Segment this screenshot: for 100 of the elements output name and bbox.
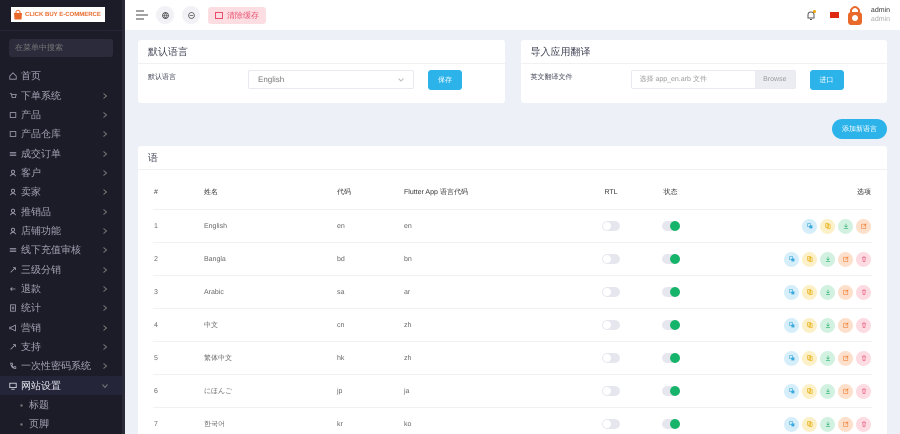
toggle-switch[interactable] — [602, 254, 620, 264]
download-button[interactable] — [820, 318, 835, 332]
translate-button[interactable] — [784, 384, 799, 398]
sidebar-item[interactable]: 三级分销 — [0, 260, 122, 280]
download-icon — [824, 289, 830, 295]
sidebar-item[interactable]: 一次性密码系统 — [0, 356, 122, 376]
copy-icon — [806, 388, 812, 394]
copy-icon — [806, 421, 812, 427]
arrow-icon — [9, 343, 17, 352]
home-icon — [9, 72, 17, 80]
translate-icon — [806, 223, 812, 229]
sidebar-item[interactable]: 线下充值审核 — [0, 240, 122, 260]
toggle-switch[interactable] — [602, 320, 620, 330]
edit-button[interactable] — [838, 318, 853, 332]
translate-button[interactable] — [784, 318, 799, 332]
download-button[interactable] — [820, 252, 835, 266]
sidebar-item[interactable]: 成交订单 — [0, 144, 122, 164]
toggle-switch[interactable] — [602, 386, 620, 396]
delete-button[interactable] — [856, 318, 871, 332]
globe-button[interactable] — [156, 6, 174, 24]
user-icon — [9, 208, 17, 216]
translate-button[interactable] — [784, 350, 799, 366]
sidebar-item[interactable]: 退款 — [0, 279, 122, 299]
toggle-switch[interactable] — [602, 419, 620, 429]
toggle-switch[interactable] — [662, 221, 680, 231]
flag-icon[interactable] — [830, 12, 839, 18]
sidebar-item[interactable]: 产品仓库 — [0, 124, 122, 144]
copy-icon — [824, 223, 830, 229]
bell-icon[interactable] — [806, 10, 816, 20]
sidebar-item[interactable]: 卖家 — [0, 182, 122, 202]
sidebar-item[interactable]: 网站设置 — [0, 376, 122, 396]
copy-button[interactable] — [802, 416, 817, 432]
copy-button[interactable] — [820, 218, 835, 234]
toggle-switch[interactable] — [662, 320, 680, 330]
edit-button[interactable] — [838, 416, 853, 432]
toggle-switch[interactable] — [602, 287, 620, 297]
menu-icon[interactable] — [136, 10, 148, 20]
copy-button[interactable] — [802, 284, 817, 300]
minus-circle-button[interactable] — [182, 6, 200, 24]
sidebar-subitem[interactable]: 标题 — [0, 395, 49, 415]
phone-icon — [9, 362, 17, 370]
copy-icon — [806, 289, 812, 295]
copy-button[interactable] — [802, 384, 817, 398]
sidebar-item[interactable]: 营销 — [0, 318, 122, 338]
sidebar-item[interactable]: 下单系统 — [0, 86, 122, 106]
user-avatar-icon[interactable] — [846, 5, 863, 25]
copy-button[interactable] — [802, 350, 817, 366]
trash-icon — [860, 289, 866, 295]
delete-button[interactable] — [856, 284, 871, 300]
toggle-switch[interactable] — [662, 254, 680, 264]
toggle-switch[interactable] — [662, 419, 680, 429]
sidebar-item[interactable]: 推销品 — [0, 202, 122, 222]
delete-button[interactable] — [856, 252, 871, 266]
sidebar-item[interactable]: 店铺功能 — [0, 221, 122, 241]
sidebar-item[interactable]: 产品 — [0, 105, 122, 125]
delete-button[interactable] — [856, 350, 871, 366]
sidebar-subitem[interactable]: 页脚 — [0, 414, 49, 434]
translate-icon — [788, 355, 794, 361]
toggle-switch[interactable] — [662, 386, 680, 396]
toggle-switch[interactable] — [602, 353, 620, 363]
edit-button[interactable] — [838, 252, 853, 266]
sidebar-item[interactable]: 支持 — [0, 337, 122, 357]
download-button[interactable] — [838, 218, 853, 234]
download-button[interactable] — [820, 384, 835, 398]
copy-icon — [806, 322, 812, 328]
toggle-switch[interactable] — [662, 287, 680, 297]
translate-button[interactable] — [802, 218, 817, 234]
download-button[interactable] — [820, 416, 835, 432]
sidebar-item[interactable]: 首页 — [0, 66, 122, 86]
edit-button[interactable] — [856, 218, 871, 234]
box-icon — [9, 130, 17, 138]
edit-icon — [842, 256, 848, 262]
translate-button[interactable] — [784, 416, 799, 432]
copy-button[interactable] — [802, 252, 817, 266]
document-icon — [9, 304, 17, 312]
translate-button[interactable] — [784, 284, 799, 300]
copy-button[interactable] — [802, 318, 817, 332]
download-icon — [824, 355, 830, 361]
download-button[interactable] — [820, 284, 835, 300]
toggle-switch[interactable] — [662, 353, 680, 363]
download-icon — [824, 256, 830, 262]
cart-icon — [9, 92, 17, 100]
edit-icon — [842, 322, 848, 328]
download-icon — [824, 421, 830, 427]
download-button[interactable] — [820, 350, 835, 366]
translate-button[interactable] — [784, 252, 799, 266]
edit-icon — [842, 421, 848, 427]
edit-button[interactable] — [838, 384, 853, 398]
language-select[interactable]: English — [248, 70, 414, 89]
delete-button[interactable] — [856, 384, 871, 398]
download-icon — [824, 388, 830, 394]
sidebar-item[interactable]: 统计 — [0, 298, 122, 318]
edit-button[interactable] — [838, 350, 853, 366]
toggle-switch[interactable] — [602, 221, 620, 231]
edit-button[interactable] — [838, 284, 853, 300]
menu-search-field[interactable]: 在菜单中搜索 — [9, 38, 113, 57]
translate-icon — [788, 256, 794, 262]
card-title: 默认语言 — [148, 46, 188, 58]
sidebar-item[interactable]: 客户 — [0, 163, 122, 183]
delete-button[interactable] — [856, 416, 871, 432]
